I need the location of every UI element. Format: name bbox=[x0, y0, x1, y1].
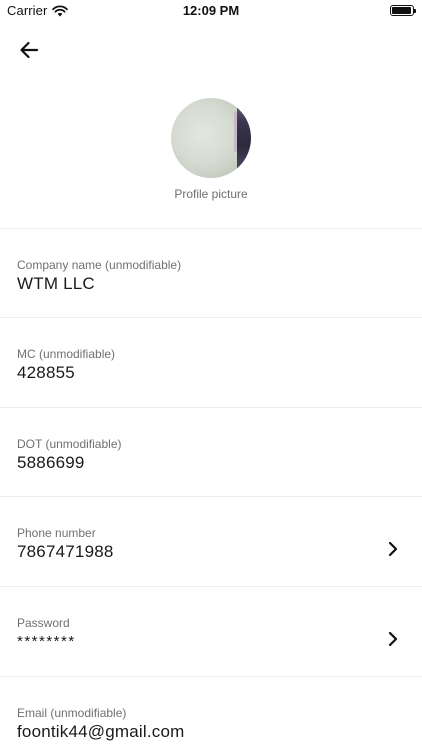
field-label: Email (unmodifiable) bbox=[17, 706, 127, 720]
field-label: Phone number bbox=[17, 526, 96, 540]
field-label: Company name (unmodifiable) bbox=[17, 258, 182, 272]
field-company-name: Company name (unmodifiable) WTM LLC bbox=[0, 228, 422, 317]
profile-picture-label: Profile picture bbox=[174, 187, 248, 201]
avatar[interactable] bbox=[171, 98, 251, 178]
field-value: WTM LLC bbox=[17, 274, 95, 293]
clock: 12:09 PM bbox=[182, 3, 240, 18]
field-label: Password bbox=[17, 616, 70, 630]
status-bar: Carrier 12:09 PM bbox=[0, 0, 422, 22]
field-email: Email (unmodifiable) foontik44@gmail.com bbox=[0, 676, 422, 750]
field-value: foontik44@gmail.com bbox=[17, 722, 185, 741]
field-phone-number[interactable]: Phone number 7867471988 bbox=[0, 496, 422, 585]
battery-icon bbox=[390, 5, 416, 16]
field-label: DOT (unmodifiable) bbox=[17, 437, 122, 451]
field-value: 428855 bbox=[17, 363, 75, 382]
field-label: MC (unmodifiable) bbox=[17, 347, 116, 361]
field-value: 5886699 bbox=[17, 453, 85, 472]
profile-section: Profile picture bbox=[0, 98, 422, 201]
chevron-right-icon[interactable] bbox=[386, 631, 400, 647]
chevron-right-icon[interactable] bbox=[386, 541, 400, 557]
field-mc: MC (unmodifiable) 428855 bbox=[0, 317, 422, 406]
back-button[interactable] bbox=[14, 36, 44, 64]
field-dot: DOT (unmodifiable) 5886699 bbox=[0, 407, 422, 496]
field-password[interactable]: Password ******** bbox=[0, 586, 422, 675]
arrow-left-icon bbox=[20, 41, 39, 59]
field-value: 7867471988 bbox=[17, 542, 114, 561]
field-value: ******** bbox=[17, 633, 76, 650]
